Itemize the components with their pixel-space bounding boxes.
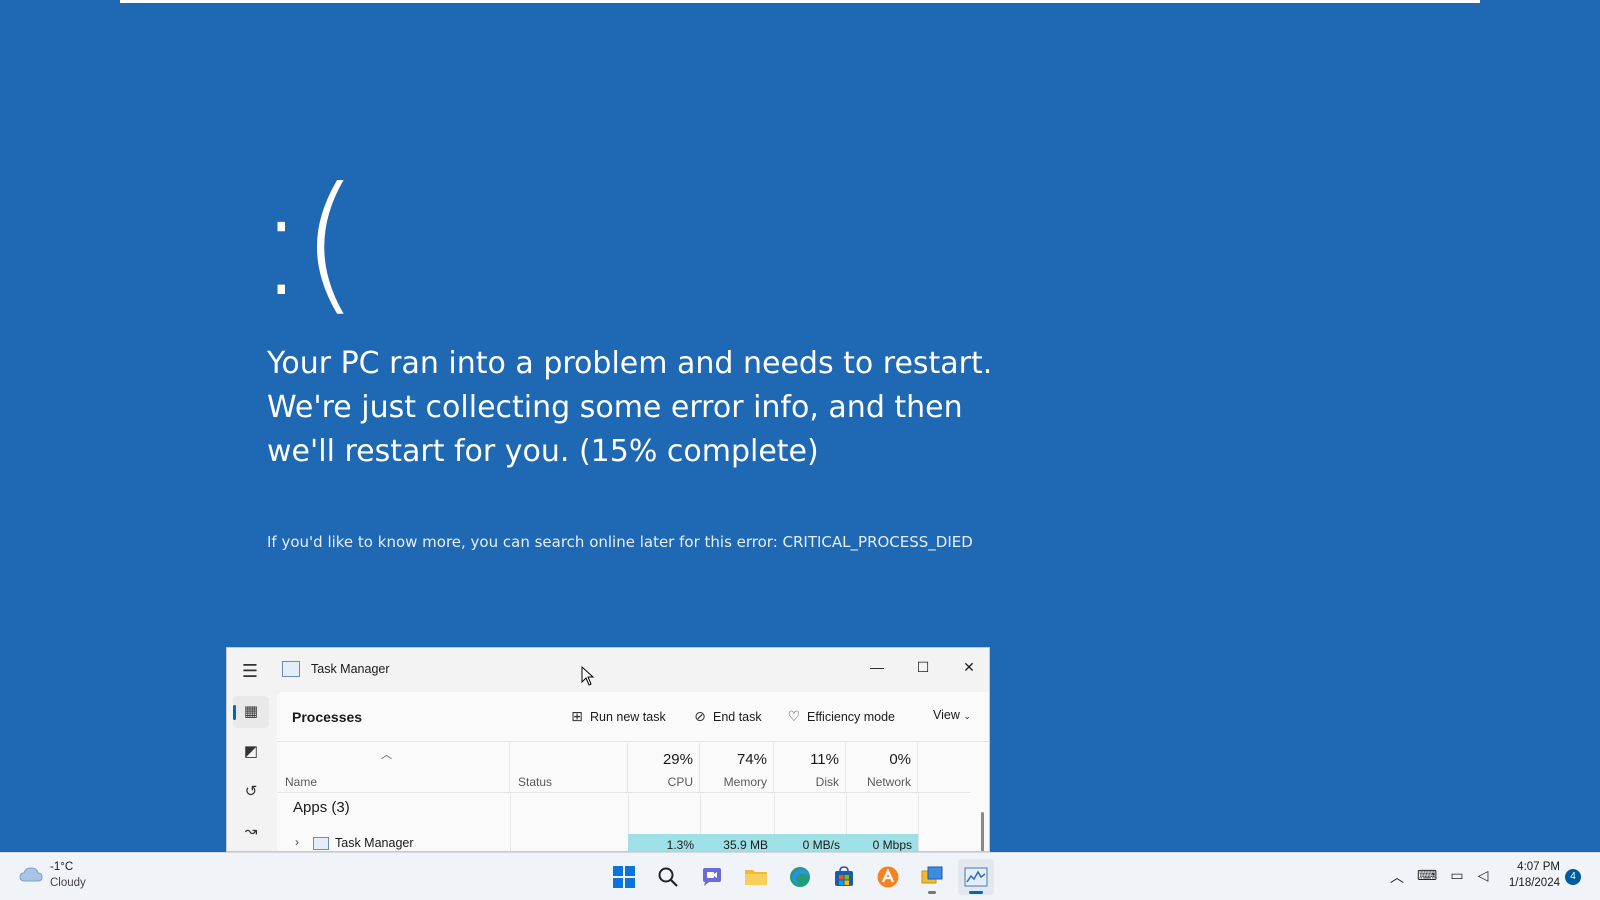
volume-icon[interactable]: ◁ [1472, 867, 1494, 884]
run-new-task-label: Run new task [590, 710, 666, 724]
keyboard-icon[interactable]: ⌨ [1416, 867, 1438, 884]
remote-desktop-icon[interactable] [914, 859, 950, 895]
end-task-icon: ⊘ [694, 708, 706, 724]
process-memory: 35.9 MB [700, 834, 774, 851]
column-header-name[interactable]: ︿ Name [277, 743, 510, 793]
clock-date[interactable]: 1/18/2024 [1500, 877, 1560, 889]
show-hidden-icons-chevron-icon[interactable]: ︿ [1386, 867, 1408, 887]
mouse-cursor-icon [581, 665, 595, 691]
bsod-line-2: We're just collecting some error info, a… [267, 390, 963, 425]
apps-group-label: Apps (3) [293, 799, 350, 816]
minimize-button[interactable]: — [855, 652, 899, 682]
end-task-button[interactable]: ⊘ End task [691, 708, 762, 725]
process-cpu: 1.3% [628, 834, 700, 851]
column-header-status[interactable]: Status [510, 743, 628, 793]
vertical-scrollbar[interactable] [981, 812, 984, 851]
clock-time[interactable]: 4:07 PM [1506, 861, 1560, 873]
process-name: Task Manager [335, 836, 414, 850]
task-manager-icon[interactable] [958, 859, 994, 895]
running-indicator [928, 891, 936, 894]
disk-total-percent: 11% [810, 751, 839, 768]
efficiency-mode-button[interactable]: ♡ Efficiency mode [785, 708, 895, 725]
network-icon[interactable]: ▭ [1446, 867, 1468, 884]
close-button[interactable]: ✕ [947, 652, 989, 682]
bsod-error-info: If you'd like to know more, you can sear… [267, 533, 973, 551]
weather-description: Cloudy [50, 877, 86, 889]
apps-group-header: Apps (3) [277, 794, 971, 822]
search-icon[interactable] [650, 859, 686, 895]
file-explorer-icon[interactable] [738, 859, 774, 895]
network-total-percent: 0% [889, 751, 911, 768]
leaf-icon: ♡ [787, 708, 801, 724]
cloud-icon [19, 867, 43, 882]
column-header-memory[interactable]: 74% Memory [700, 743, 774, 793]
active-indicator [969, 891, 983, 894]
page-title: Processes [292, 709, 363, 725]
nav-processes-icon[interactable]: ▦ [233, 696, 269, 728]
process-disk: 0 MB/s [774, 834, 846, 851]
column-label-memory: Memory [723, 775, 767, 789]
hamburger-menu-icon[interactable]: ☰ [239, 660, 261, 682]
run-new-task-button[interactable]: ⊞ Run new task [568, 708, 666, 725]
view-label: View [933, 708, 960, 722]
column-header-disk[interactable]: 11% Disk [774, 743, 846, 793]
sort-caret-icon: ︿ [381, 749, 392, 761]
table-row[interactable]: › Task Manager 1.3% 35.9 MB 0 MB/s 0 Mbp… [277, 834, 971, 851]
chevron-down-icon: ⌄ [963, 711, 971, 721]
column-label-cpu: CPU [667, 775, 693, 789]
chat-icon[interactable] [694, 859, 730, 895]
processes-panel: Processes ⊞ Run new task ⊘ End task ♡ Effic… [277, 692, 989, 851]
side-nav: ▦ ◩ ↺ ↝ [227, 692, 277, 851]
column-label-name: Name [285, 775, 318, 789]
run-task-icon: ⊞ [571, 708, 583, 724]
nav-startup-apps-icon[interactable]: ↝ [233, 816, 269, 848]
column-label-network: Network [866, 775, 911, 789]
efficiency-mode-label: Efficiency mode [807, 710, 896, 724]
process-table: ︿ Name Status 29% CPU 74% Memory 11% Dis… [277, 743, 971, 851]
sad-face-emoticon: :( [256, 156, 359, 330]
window-title: Task Manager [311, 662, 390, 676]
bsod-message: Your PC ran into a problem and needs to … [267, 342, 1027, 474]
taskbar: -1°C Cloudy ︿ ⌨ ▭ ◁ 4:07 PM 1/18/2024 4 [0, 852, 1600, 900]
bsod-line-1: Your PC ran into a problem and needs to … [267, 346, 993, 381]
task-manager-window[interactable]: ☰ Task Manager — ☐ ✕ ▦ ◩ ↺ ↝ Processes ⊞… [226, 647, 990, 852]
column-header-cpu[interactable]: 29% CPU [628, 743, 700, 793]
chevron-right-icon[interactable]: › [295, 835, 299, 849]
column-header-spacer [918, 743, 971, 793]
task-manager-app-icon [282, 661, 300, 677]
toolbar: Processes ⊞ Run new task ⊘ End task ♡ Effic… [277, 692, 989, 742]
view-dropdown[interactable]: View ⌄ [933, 708, 971, 722]
process-network: 0 Mbps [846, 834, 918, 851]
column-label-disk: Disk [815, 775, 839, 789]
nav-performance-icon[interactable]: ◩ [233, 736, 269, 768]
top-white-strip [120, 0, 1480, 3]
start-icon[interactable] [606, 859, 642, 895]
title-bar[interactable]: ☰ Task Manager — ☐ ✕ [227, 648, 989, 692]
maximize-button[interactable]: ☐ [901, 652, 945, 682]
notification-badge[interactable]: 4 [1565, 869, 1581, 885]
column-header-network[interactable]: 0% Network [846, 743, 918, 793]
avast-icon[interactable] [870, 859, 906, 895]
nav-app-history-icon[interactable]: ↺ [233, 776, 269, 808]
cpu-total-percent: 29% [662, 751, 693, 768]
weather-temperature: -1°C [50, 861, 74, 873]
bsod-line-3: we'll restart for you. (15% complete) [267, 434, 819, 469]
column-label-status: Status [518, 775, 553, 789]
task-manager-row-icon [313, 837, 329, 850]
memory-total-percent: 74% [736, 751, 767, 768]
end-task-label: End task [713, 710, 762, 724]
store-icon[interactable] [826, 859, 862, 895]
edge-icon[interactable] [782, 859, 818, 895]
